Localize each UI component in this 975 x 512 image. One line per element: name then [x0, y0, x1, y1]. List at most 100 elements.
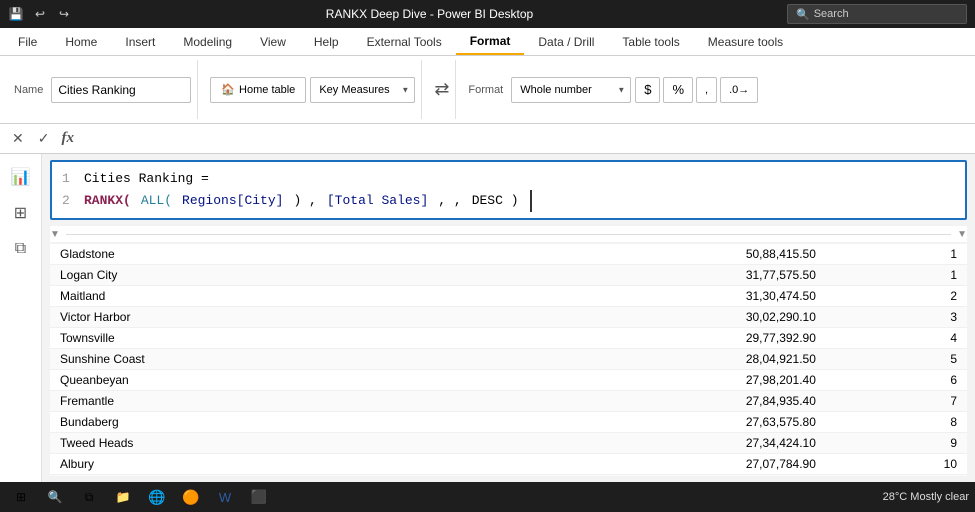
table-row[interactable]: Gladstone 50,88,415.50 1 [50, 244, 967, 265]
key-measures-dropdown[interactable]: Key Measures [310, 77, 415, 103]
city-cell: Gladstone [50, 244, 520, 265]
dollar-button[interactable]: $ [635, 77, 660, 103]
tab-measure-tools[interactable]: Measure tools [694, 29, 797, 55]
rank-cell: 2 [826, 286, 967, 307]
table-row[interactable]: Queanbeyan 27,98,201.40 6 [50, 370, 967, 391]
format-label: Format [468, 84, 503, 96]
tab-view[interactable]: View [246, 29, 300, 55]
sidebar-model-icon[interactable]: ⧉ [6, 234, 36, 264]
percent-button[interactable]: % [663, 77, 693, 103]
undo-icon[interactable]: ↩ [32, 6, 48, 22]
decimal-button[interactable]: .0→ [720, 77, 758, 103]
comma-button[interactable]: , [696, 77, 717, 103]
table-row[interactable]: Hobart 27,04,823.50 11 [50, 475, 967, 476]
code-regions: Regions[City] [182, 190, 283, 212]
taskbar-powerbi-icon[interactable]: ⬛ [244, 484, 274, 510]
sync-section: ⇄ [428, 60, 456, 119]
tab-external-tools[interactable]: External Tools [353, 29, 456, 55]
taskbar-windows-icon[interactable]: ⊞ [6, 484, 36, 510]
sync-icon[interactable]: ⇄ [434, 79, 449, 100]
title-bar-left: 💾 ↩ ↪ [8, 6, 72, 22]
app-title: RANKX Deep Dive - Power BI Desktop [72, 7, 787, 21]
scroll-right-indicator: ▼ [957, 229, 967, 240]
rank-cell: 9 [826, 433, 967, 454]
rank-cell: 8 [826, 412, 967, 433]
table-row[interactable]: Townsville 29,77,392.90 4 [50, 328, 967, 349]
format-dropdown-wrapper: Whole number [511, 77, 631, 103]
home-table-section: 🏠 Home table Key Measures [204, 60, 422, 119]
code-line-2: 2 RANKX( ALL( Regions[City] ) , [Total S… [62, 190, 955, 212]
search-icon: 🔍 [796, 8, 810, 21]
formula-confirm-button[interactable]: ✓ [34, 128, 54, 149]
table-row[interactable]: Tweed Heads 27,34,424.10 9 [50, 433, 967, 454]
value-cell: 27,04,823.50 [520, 475, 826, 476]
save-icon[interactable]: 💾 [8, 6, 24, 22]
rank-cell: 7 [826, 391, 967, 412]
tab-insert[interactable]: Insert [111, 29, 169, 55]
ribbon-tabs: File Home Insert Modeling View Help Exte… [0, 28, 975, 56]
home-table-label: Home table [239, 84, 295, 96]
table-row[interactable]: Victor Harbor 30,02,290.10 3 [50, 307, 967, 328]
city-cell: Fremantle [50, 391, 520, 412]
table-row[interactable]: Bundaberg 27,63,575.80 8 [50, 412, 967, 433]
value-cell: 27,84,935.40 [520, 391, 826, 412]
formula-editor[interactable]: 1 Cities Ranking = 2 RANKX( ALL( Regions… [50, 160, 967, 220]
tab-modeling[interactable]: Modeling [169, 29, 246, 55]
tab-help[interactable]: Help [300, 29, 353, 55]
taskbar-word-icon[interactable]: W [210, 484, 240, 510]
tab-data-drill[interactable]: Data / Drill [524, 29, 608, 55]
tab-file[interactable]: File [4, 29, 51, 55]
city-cell: Victor Harbor [50, 307, 520, 328]
rank-cell: 6 [826, 370, 967, 391]
taskbar-file-explorer[interactable]: 📁 [108, 484, 138, 510]
value-cell: 31,77,575.50 [520, 265, 826, 286]
taskbar-chrome-icon[interactable]: 🟠 [176, 484, 206, 510]
search-box[interactable]: 🔍 Search [787, 4, 967, 24]
value-cell: 27,07,784.90 [520, 454, 826, 475]
table-row[interactable]: Sunshine Coast 28,04,921.50 5 [50, 349, 967, 370]
data-table-container[interactable]: Gladstone 50,88,415.50 1 Logan City 31,7… [50, 244, 967, 476]
rank-cell: 1 [826, 244, 967, 265]
sidebar-left: 📊 ⊞ ⧉ [0, 154, 42, 482]
tab-home[interactable]: Home [51, 29, 111, 55]
sidebar-report-icon[interactable]: 📊 [6, 162, 36, 192]
taskbar-task-view-icon[interactable]: ⧉ [74, 484, 104, 510]
title-bar: 💾 ↩ ↪ RANKX Deep Dive - Power BI Desktop… [0, 0, 975, 28]
table-row[interactable]: Logan City 31,77,575.50 1 [50, 265, 967, 286]
value-cell: 27,34,424.10 [520, 433, 826, 454]
home-table-button[interactable]: 🏠 Home table [210, 77, 306, 103]
tab-table-tools[interactable]: Table tools [608, 29, 693, 55]
tab-format[interactable]: Format [456, 29, 525, 55]
rank-cell: 5 [826, 349, 967, 370]
city-cell: Logan City [50, 265, 520, 286]
city-cell: Bundaberg [50, 412, 520, 433]
format-dropdown[interactable]: Whole number [511, 77, 631, 103]
code-total-sales: [Total Sales] [327, 190, 428, 212]
redo-icon[interactable]: ↪ [56, 6, 72, 22]
city-cell: Sunshine Coast [50, 349, 520, 370]
code-all: ALL( [141, 190, 172, 212]
value-cell: 27,98,201.40 [520, 370, 826, 391]
code-line-1: 1 Cities Ranking = [62, 168, 955, 190]
value-cell: 28,04,921.50 [520, 349, 826, 370]
table-row[interactable]: Fremantle 27,84,935.40 7 [50, 391, 967, 412]
sidebar-data-icon[interactable]: ⊞ [6, 198, 36, 228]
city-cell: Maitland [50, 286, 520, 307]
formula-fx-icon: fx [59, 128, 76, 149]
name-input[interactable] [51, 77, 191, 103]
taskbar-edge-icon[interactable]: 🌐 [142, 484, 172, 510]
city-cell: Townsville [50, 328, 520, 349]
table-row[interactable]: Maitland 31,30,474.50 2 [50, 286, 967, 307]
value-cell: 30,02,290.10 [520, 307, 826, 328]
city-cell: Queanbeyan [50, 370, 520, 391]
title-bar-right: 🔍 Search [787, 4, 967, 24]
table-row[interactable]: Albury 27,07,784.90 10 [50, 454, 967, 475]
code-line1-text: Cities Ranking = [84, 168, 209, 190]
name-label: Name [14, 84, 43, 96]
taskbar-search-icon[interactable]: 🔍 [40, 484, 70, 510]
formula-cancel-button[interactable]: ✕ [8, 128, 28, 149]
value-cell: 29,77,392.90 [520, 328, 826, 349]
format-section: Format Whole number $ % , .0→ [462, 60, 764, 119]
taskbar: ⊞ 🔍 ⧉ 📁 🌐 🟠 W ⬛ 28°C Mostly clear [0, 482, 975, 512]
weather-text: 28°C Mostly clear [883, 491, 969, 503]
